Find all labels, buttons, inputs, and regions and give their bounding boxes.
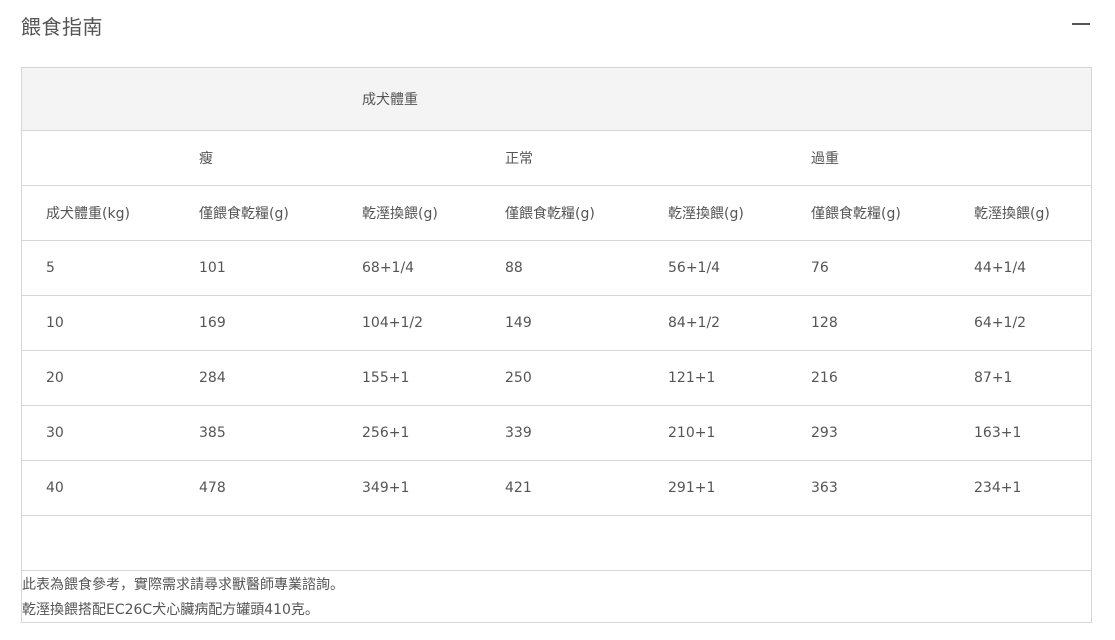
column-header: 僅餵食乾糧(g) bbox=[505, 206, 595, 222]
table-row: 30 385 256+1 339 210+1 293 163+1 bbox=[22, 406, 1091, 461]
table-cell: 76 bbox=[811, 260, 829, 276]
table-cell: 421 bbox=[505, 480, 532, 496]
group-header-label: 成犬體重 bbox=[362, 92, 418, 108]
table-cell: 284 bbox=[199, 370, 226, 386]
column-header: 乾溼換餵(g) bbox=[668, 206, 744, 222]
table-cell: 101 bbox=[199, 260, 226, 276]
minus-icon bbox=[1072, 23, 1090, 25]
condition-header-normal: 正常 bbox=[505, 151, 533, 167]
table-cell: 293 bbox=[811, 425, 838, 441]
table-cell: 87+1 bbox=[974, 370, 1013, 386]
note-reference: 此表為餵食參考，實際需求請尋求獸醫師專業諮詢。 bbox=[22, 577, 344, 593]
table-cell: 216 bbox=[811, 370, 838, 386]
table-cell: 155+1 bbox=[362, 370, 410, 386]
table-cell: 64+1/2 bbox=[974, 315, 1027, 331]
table-notes: 此表為餵食參考，實際需求請尋求獸醫師專業諮詢。 乾溼換餵搭配EC26C犬心臟病配… bbox=[22, 571, 1091, 623]
empty-row bbox=[22, 516, 1091, 571]
table-cell: 88 bbox=[505, 260, 523, 276]
table-cell: 250 bbox=[505, 370, 532, 386]
table-cell: 234+1 bbox=[974, 480, 1022, 496]
table-cell: 84+1/2 bbox=[668, 315, 721, 331]
table-cell: 169 bbox=[199, 315, 226, 331]
table-row: 20 284 155+1 250 121+1 216 87+1 bbox=[22, 351, 1091, 406]
table-cell: 104+1/2 bbox=[362, 315, 423, 331]
table-cell: 291+1 bbox=[668, 480, 716, 496]
table-cell: 163+1 bbox=[974, 425, 1022, 441]
column-header: 乾溼換餵(g) bbox=[362, 206, 438, 222]
column-header: 僅餵食乾糧(g) bbox=[811, 206, 901, 222]
table-cell: 363 bbox=[811, 480, 838, 496]
condition-header-thin: 瘦 bbox=[199, 151, 213, 167]
table-cell: 149 bbox=[505, 315, 532, 331]
column-header: 成犬體重(kg) bbox=[46, 206, 130, 222]
column-header: 乾溼換餵(g) bbox=[974, 206, 1050, 222]
column-header: 僅餵食乾糧(g) bbox=[199, 206, 289, 222]
table-cell: 68+1/4 bbox=[362, 260, 415, 276]
table-cell: 20 bbox=[46, 370, 64, 386]
table-cell: 121+1 bbox=[668, 370, 716, 386]
table-cell: 210+1 bbox=[668, 425, 716, 441]
table-row: 10 169 104+1/2 149 84+1/2 128 64+1/2 bbox=[22, 296, 1091, 351]
table-cell: 56+1/4 bbox=[668, 260, 721, 276]
table-cell: 40 bbox=[46, 480, 64, 496]
note-wet-food: 乾溼換餵搭配EC26C犬心臟病配方罐頭410克。 bbox=[22, 602, 319, 618]
table-cell: 128 bbox=[811, 315, 838, 331]
table-cell: 5 bbox=[46, 260, 55, 276]
table-cell: 44+1/4 bbox=[974, 260, 1027, 276]
section-title: 餵食指南 bbox=[21, 15, 103, 39]
table-cell: 10 bbox=[46, 315, 64, 331]
table-row: 40 478 349+1 421 291+1 363 234+1 bbox=[22, 461, 1091, 516]
table-cell: 256+1 bbox=[362, 425, 410, 441]
table-cell: 385 bbox=[199, 425, 226, 441]
collapse-button[interactable] bbox=[1068, 10, 1094, 36]
condition-header-overweight: 過重 bbox=[811, 151, 839, 167]
table-cell: 339 bbox=[505, 425, 532, 441]
table-cell: 349+1 bbox=[362, 480, 410, 496]
column-header-row: 成犬體重(kg) 僅餵食乾糧(g) 乾溼換餵(g) 僅餵食乾糧(g) 乾溼換餵(… bbox=[22, 186, 1091, 241]
feeding-table: 成犬體重 瘦 正常 過重 成犬體重(kg) 僅餵食乾糧(g) 乾溼換餵(g) 僅… bbox=[21, 67, 1092, 623]
condition-header-row: 瘦 正常 過重 bbox=[22, 131, 1091, 186]
table-cell: 478 bbox=[199, 480, 226, 496]
table-group-header-row: 成犬體重 bbox=[22, 68, 1091, 131]
table-cell: 30 bbox=[46, 425, 64, 441]
table-row: 5 101 68+1/4 88 56+1/4 76 44+1/4 bbox=[22, 241, 1091, 296]
